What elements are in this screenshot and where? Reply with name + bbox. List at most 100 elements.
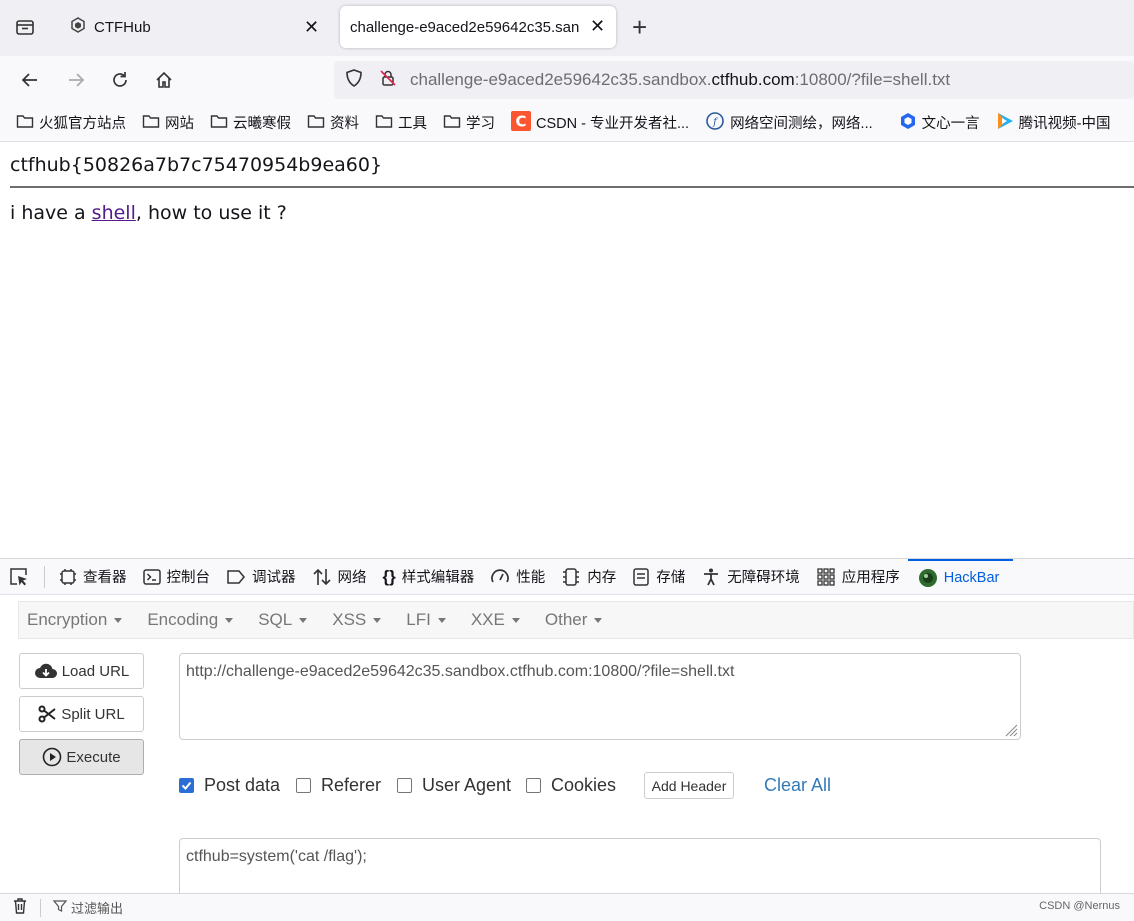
user-agent-checkbox[interactable]: User Agent bbox=[397, 775, 511, 796]
bookmark-folder[interactable]: 工具 bbox=[375, 112, 427, 133]
post-data-checkbox[interactable]: Post data bbox=[179, 775, 280, 796]
insecure-connection-icon[interactable] bbox=[378, 68, 398, 93]
caret-down-icon bbox=[299, 617, 308, 623]
caret-down-icon bbox=[225, 617, 234, 623]
folder-icon bbox=[16, 113, 34, 133]
menu-xss[interactable]: XSS bbox=[332, 610, 382, 630]
devtools-tab-accessibility[interactable]: 无障碍环境 bbox=[693, 559, 808, 595]
menu-xxe[interactable]: XXE bbox=[471, 610, 520, 630]
bookmark-folder[interactable]: 火狐官方站点 bbox=[16, 112, 126, 133]
page-content: ctfhub{50826a7b7c75470954b9ea60} i have … bbox=[0, 142, 1134, 558]
braces-icon: {} bbox=[382, 566, 396, 586]
bookmark-folder[interactable]: 网站 bbox=[142, 112, 194, 133]
filter-output-input[interactable]: 过滤输出 bbox=[71, 898, 123, 917]
play-circle-icon bbox=[43, 747, 62, 767]
grid-dots-icon bbox=[817, 567, 835, 586]
reload-icon[interactable] bbox=[106, 66, 134, 94]
bookmark-folder[interactable]: 云曦寒假 bbox=[210, 112, 291, 133]
tab-title: CTFHub bbox=[94, 18, 151, 36]
devtools-tab-network[interactable]: 网络 bbox=[304, 559, 375, 595]
devtools-tab-application[interactable]: 应用程序 bbox=[808, 559, 908, 595]
forward-icon[interactable] bbox=[62, 66, 90, 94]
devtools-tab-hackbar[interactable]: HackBar bbox=[907, 558, 1014, 595]
element-picker-icon[interactable] bbox=[0, 559, 42, 595]
url-textarea[interactable]: http://challenge-e9aced2e59642c35.sandbo… bbox=[179, 653, 1021, 740]
page-heading: ctfhub{50826a7b7c75470954b9ea60} bbox=[10, 154, 383, 176]
folder-icon bbox=[142, 113, 160, 133]
clear-all-link[interactable]: Clear All bbox=[764, 775, 831, 796]
inspector-icon bbox=[60, 568, 76, 585]
devtools-tab-console[interactable]: 控制台 bbox=[135, 559, 219, 595]
tab-bar: CTFHub ✕ challenge-e9aced2e59642c35.san … bbox=[0, 0, 1134, 56]
address-bar[interactable]: challenge-e9aced2e59642c35.sandbox. ctfhu… bbox=[334, 61, 1134, 99]
add-header-button[interactable]: Add Header bbox=[644, 772, 734, 799]
storage-icon bbox=[633, 567, 649, 586]
caret-down-icon bbox=[114, 617, 123, 623]
folder-icon bbox=[307, 113, 325, 133]
caret-down-icon bbox=[437, 617, 446, 623]
tab-ctfhub[interactable]: CTFHub ✕ bbox=[60, 6, 332, 48]
bookmark-folder[interactable]: 学习 bbox=[443, 112, 495, 133]
menu-sql[interactable]: SQL bbox=[258, 610, 308, 630]
caret-down-icon bbox=[594, 617, 603, 623]
devtools-tab-style-editor[interactable]: {} 样式编辑器 bbox=[375, 559, 483, 595]
bookmark-csdn[interactable]: C CSDN - 专业开发者社... bbox=[511, 110, 689, 135]
svg-text:C: C bbox=[515, 112, 526, 130]
close-tab-icon[interactable]: ✕ bbox=[590, 16, 605, 37]
hackbar-menu: Encryption Encoding SQL XSS LFI XXE Othe… bbox=[18, 601, 1134, 639]
cookies-checkbox[interactable]: Cookies bbox=[526, 775, 616, 796]
load-url-button[interactable]: Load URL bbox=[19, 653, 144, 689]
csdn-logo-icon: C bbox=[511, 110, 531, 135]
devtools-tab-debugger[interactable]: 调试器 bbox=[218, 559, 304, 595]
home-icon[interactable] bbox=[150, 66, 178, 94]
devtools-tab-performance[interactable]: 性能 bbox=[482, 559, 553, 595]
url-domain: ctfhub.com bbox=[711, 70, 795, 89]
tab-overview-icon[interactable] bbox=[14, 16, 36, 43]
menu-lfi[interactable]: LFI bbox=[406, 610, 446, 630]
folder-icon bbox=[443, 113, 461, 133]
debugger-icon bbox=[227, 569, 245, 584]
divider bbox=[10, 186, 1134, 188]
devtools-tab-memory[interactable]: 内存 bbox=[553, 559, 624, 595]
svg-text:f: f bbox=[712, 117, 719, 128]
bookmark-wenxin[interactable]: 文心一言 bbox=[899, 112, 980, 134]
devtools-tab-storage[interactable]: 存储 bbox=[624, 559, 693, 595]
navigation-bar: challenge-e9aced2e59642c35.sandbox. ctfhu… bbox=[0, 56, 1134, 104]
menu-other[interactable]: Other bbox=[545, 610, 603, 630]
folder-icon bbox=[210, 113, 228, 133]
tracking-protection-shield-icon[interactable] bbox=[344, 68, 364, 93]
close-tab-icon[interactable]: ✕ bbox=[304, 17, 319, 38]
checkmark-icon bbox=[179, 778, 194, 793]
new-tab-icon[interactable]: + bbox=[632, 12, 647, 43]
trash-icon[interactable] bbox=[12, 897, 28, 918]
tab-challenge[interactable]: challenge-e9aced2e59642c35.san ✕ bbox=[340, 6, 616, 48]
gauge-icon bbox=[491, 568, 510, 582]
bookmarks-toolbar: 火狐官方站点 网站 云曦寒假 资料 工具 学习 C CSDN - 专业开发者社..… bbox=[0, 104, 1134, 142]
split-url-button[interactable]: Split URL bbox=[19, 696, 144, 732]
play-logo-icon bbox=[996, 112, 1014, 134]
execute-button[interactable]: Execute bbox=[19, 739, 144, 775]
folder-icon bbox=[375, 113, 393, 133]
bookmark-tencent-video[interactable]: 腾讯视频-中国 bbox=[996, 112, 1110, 134]
globe-logo-icon: f bbox=[705, 111, 725, 135]
console-filter-bar: 过滤输出 CSDN @Nernus bbox=[0, 893, 1134, 921]
bookmark-folder[interactable]: 资料 bbox=[307, 112, 359, 133]
shell-link[interactable]: shell bbox=[92, 202, 136, 224]
hackbar-panel: Encryption Encoding SQL XSS LFI XXE Othe… bbox=[0, 595, 1134, 898]
tab-title: challenge-e9aced2e59642c35.san bbox=[350, 18, 580, 36]
bookmark-fofa[interactable]: f 网络空间测绘，网络... bbox=[705, 111, 873, 135]
hackbar-logo-icon bbox=[918, 568, 937, 587]
referer-checkbox[interactable]: Referer bbox=[296, 775, 381, 796]
menu-encoding[interactable]: Encoding bbox=[147, 610, 234, 630]
cloud-download-icon bbox=[34, 663, 57, 678]
caret-down-icon bbox=[373, 617, 382, 623]
accessibility-icon bbox=[704, 568, 719, 585]
back-icon[interactable] bbox=[16, 66, 44, 94]
menu-encryption[interactable]: Encryption bbox=[27, 610, 123, 630]
watermark: CSDN @Nernus bbox=[1039, 900, 1120, 912]
resize-handle-icon bbox=[1005, 724, 1018, 737]
network-arrows-icon bbox=[312, 568, 331, 585]
devtools-tab-inspector[interactable]: 查看器 bbox=[51, 559, 135, 595]
memory-chip-icon bbox=[563, 567, 580, 586]
post-data-textarea[interactable]: ctfhub=system('cat /flag'); bbox=[179, 838, 1101, 898]
